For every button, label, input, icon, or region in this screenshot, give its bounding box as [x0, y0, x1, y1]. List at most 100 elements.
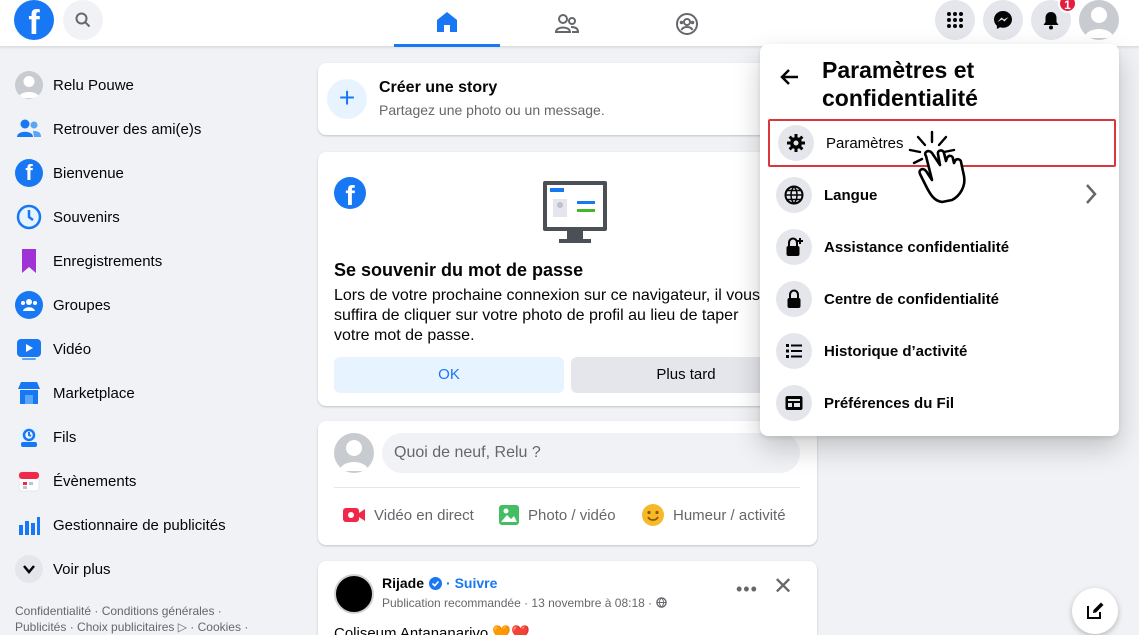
menu-item-label: Préférences du Fil [824, 394, 955, 412]
sidebar-item-events[interactable]: Évènements [0, 459, 290, 503]
avatar[interactable] [334, 433, 374, 473]
back-arrow-icon[interactable] [780, 66, 800, 92]
post-composer-card: Vidéo en direct Photo / vidéo Humeur / a… [318, 421, 817, 545]
menu-button[interactable] [935, 0, 975, 40]
smiley-icon [642, 504, 664, 526]
account-avatar[interactable] [1079, 0, 1119, 40]
bell-icon [1043, 12, 1059, 30]
footer-links-line1[interactable]: Confidentialité · Conditions générales · [15, 603, 295, 619]
story-subtitle: Partagez une photo ou un message. [379, 102, 605, 118]
close-icon[interactable]: ✕ [773, 575, 793, 599]
post-meta-text: Publication recommandée · 13 novembre à … [382, 596, 653, 610]
photo-video-label: Photo / vidéo [528, 506, 616, 524]
sidebar-item-feeds[interactable]: Fils [0, 415, 290, 459]
friends-icon [554, 13, 580, 33]
live-video-label: Vidéo en direct [374, 506, 474, 524]
tab-groups[interactable] [634, 0, 740, 47]
feeling-activity-label: Humeur / activité [673, 506, 786, 524]
sidebar-item-marketplace[interactable]: Marketplace [0, 371, 290, 415]
sidebar-item-ads-manager[interactable]: Gestionnaire de publicités [0, 503, 290, 547]
post-author-name[interactable]: Rijade [382, 575, 424, 591]
post-text: Coliseum Antananarivo 🧡❤️ [334, 625, 530, 635]
chevron-right-icon [1086, 184, 1097, 204]
top-navigation-bar: f 1 [0, 0, 1139, 47]
facebook-logo[interactable]: f [14, 0, 54, 40]
sidebar-footer: Confidentialité · Conditions générales ·… [15, 603, 295, 635]
post-meta: Publication recommandée · 13 novembre à … [382, 596, 667, 610]
messenger-button[interactable] [983, 0, 1023, 40]
groups-icon [15, 291, 43, 319]
friends-icon [15, 115, 43, 143]
menu-item-label: Langue [824, 186, 878, 204]
avatar[interactable] [334, 574, 374, 614]
sidebar-item-label: Gestionnaire de publicités [53, 516, 226, 534]
avatar [15, 71, 43, 99]
sidebar-item-label: Souvenirs [53, 208, 120, 226]
whats-on-your-mind-input[interactable] [382, 433, 800, 473]
sidebar-item-memories[interactable]: Souvenirs [0, 195, 290, 239]
password-card-title: Se souvenir du mot de passe [334, 260, 584, 280]
recommended-post-card: Rijade · Suivre Publication recommandée … [318, 561, 817, 635]
menu-item-label: Historique d’activité [824, 342, 968, 360]
facebook-icon: f [334, 177, 366, 209]
footer-links-line2[interactable]: Publicités · Choix publicitaires ▷ · Coo… [15, 619, 295, 635]
divider [334, 487, 800, 488]
search-button[interactable] [63, 0, 103, 40]
post-author-line: Rijade · Suivre [382, 575, 497, 591]
ok-button[interactable]: OK [334, 357, 564, 393]
menu-item-label: Centre de confidentialité [824, 290, 1000, 308]
video-icon [15, 335, 43, 363]
menu-title: Paramètres et confidentialité [822, 57, 978, 111]
password-card-body: Lors de votre prochaine connexion sur ce… [334, 287, 761, 344]
chart-icon [15, 511, 43, 539]
lock-plus-icon [776, 229, 812, 265]
menu-item-feed-preferences[interactable]: Préférences du Fil [768, 379, 1116, 427]
sidebar-item-welcome[interactable]: f Bienvenue [0, 151, 290, 195]
feeling-activity-button[interactable]: Humeur / activité [641, 499, 786, 531]
story-title: Créer une story [379, 79, 498, 96]
notifications-button[interactable]: 1 [1031, 0, 1077, 40]
menu-item-activity-log[interactable]: Historique d’activité [768, 327, 1116, 375]
sidebar-item-label: Évènements [53, 472, 137, 490]
home-icon [437, 12, 457, 32]
sidebar-item-label: Bienvenue [53, 164, 124, 182]
plus-icon: + [327, 79, 367, 119]
live-video-button[interactable]: Vidéo en direct [342, 499, 474, 531]
menu-item-privacy-checkup[interactable]: Assistance confidentialité [768, 223, 1116, 271]
photo-video-button[interactable]: Photo / vidéo [498, 499, 616, 531]
default-avatar-icon [1084, 7, 1114, 38]
follow-link[interactable]: · Suivre [446, 575, 497, 591]
facebook-icon: f [15, 159, 43, 187]
grid-menu-icon [947, 12, 963, 28]
left-sidebar: Relu Pouwe Retrouver des ami(e)s f Bienv… [0, 63, 290, 591]
globe-icon [655, 597, 667, 608]
sidebar-item-label: Vidéo [53, 340, 92, 358]
tab-home[interactable] [394, 0, 500, 47]
menu-item-privacy-center[interactable]: Centre de confidentialité [768, 275, 1116, 323]
menu-item-label: Paramètres [826, 134, 904, 152]
sidebar-item-groups[interactable]: Groupes [0, 283, 290, 327]
clock-icon [15, 203, 43, 231]
more-options-icon[interactable]: ••• [736, 579, 758, 600]
sidebar-item-saved[interactable]: Enregistrements [0, 239, 290, 283]
sidebar-item-label: Marketplace [53, 384, 135, 402]
sidebar-item-profile[interactable]: Relu Pouwe [0, 63, 290, 107]
sidebar-item-video[interactable]: Vidéo [0, 327, 290, 371]
notification-badge: 1 [1058, 0, 1077, 13]
menu-item-label: Assistance confidentialité [824, 238, 1010, 256]
tab-friends[interactable] [514, 0, 620, 47]
sidebar-item-label: Groupes [53, 296, 111, 314]
sidebar-item-label: Voir plus [53, 560, 111, 578]
gear-icon [778, 125, 814, 161]
sidebar-item-find-friends[interactable]: Retrouver des ami(e)s [0, 107, 290, 151]
sidebar-item-label: Retrouver des ami(e)s [53, 120, 202, 138]
messenger-icon [994, 11, 1012, 29]
settings-privacy-menu: Paramètres et confidentialité Paramètres… [760, 44, 1119, 436]
create-story-card[interactable]: + Créer une story Partagez une photo ou … [318, 63, 817, 135]
new-message-button[interactable] [1072, 588, 1118, 634]
globe-icon [776, 177, 812, 213]
sidebar-item-see-more[interactable]: Voir plus [0, 547, 290, 591]
search-icon [75, 12, 91, 28]
computer-illustration-icon [543, 181, 607, 243]
sidebar-item-label: Relu Pouwe [53, 76, 134, 94]
